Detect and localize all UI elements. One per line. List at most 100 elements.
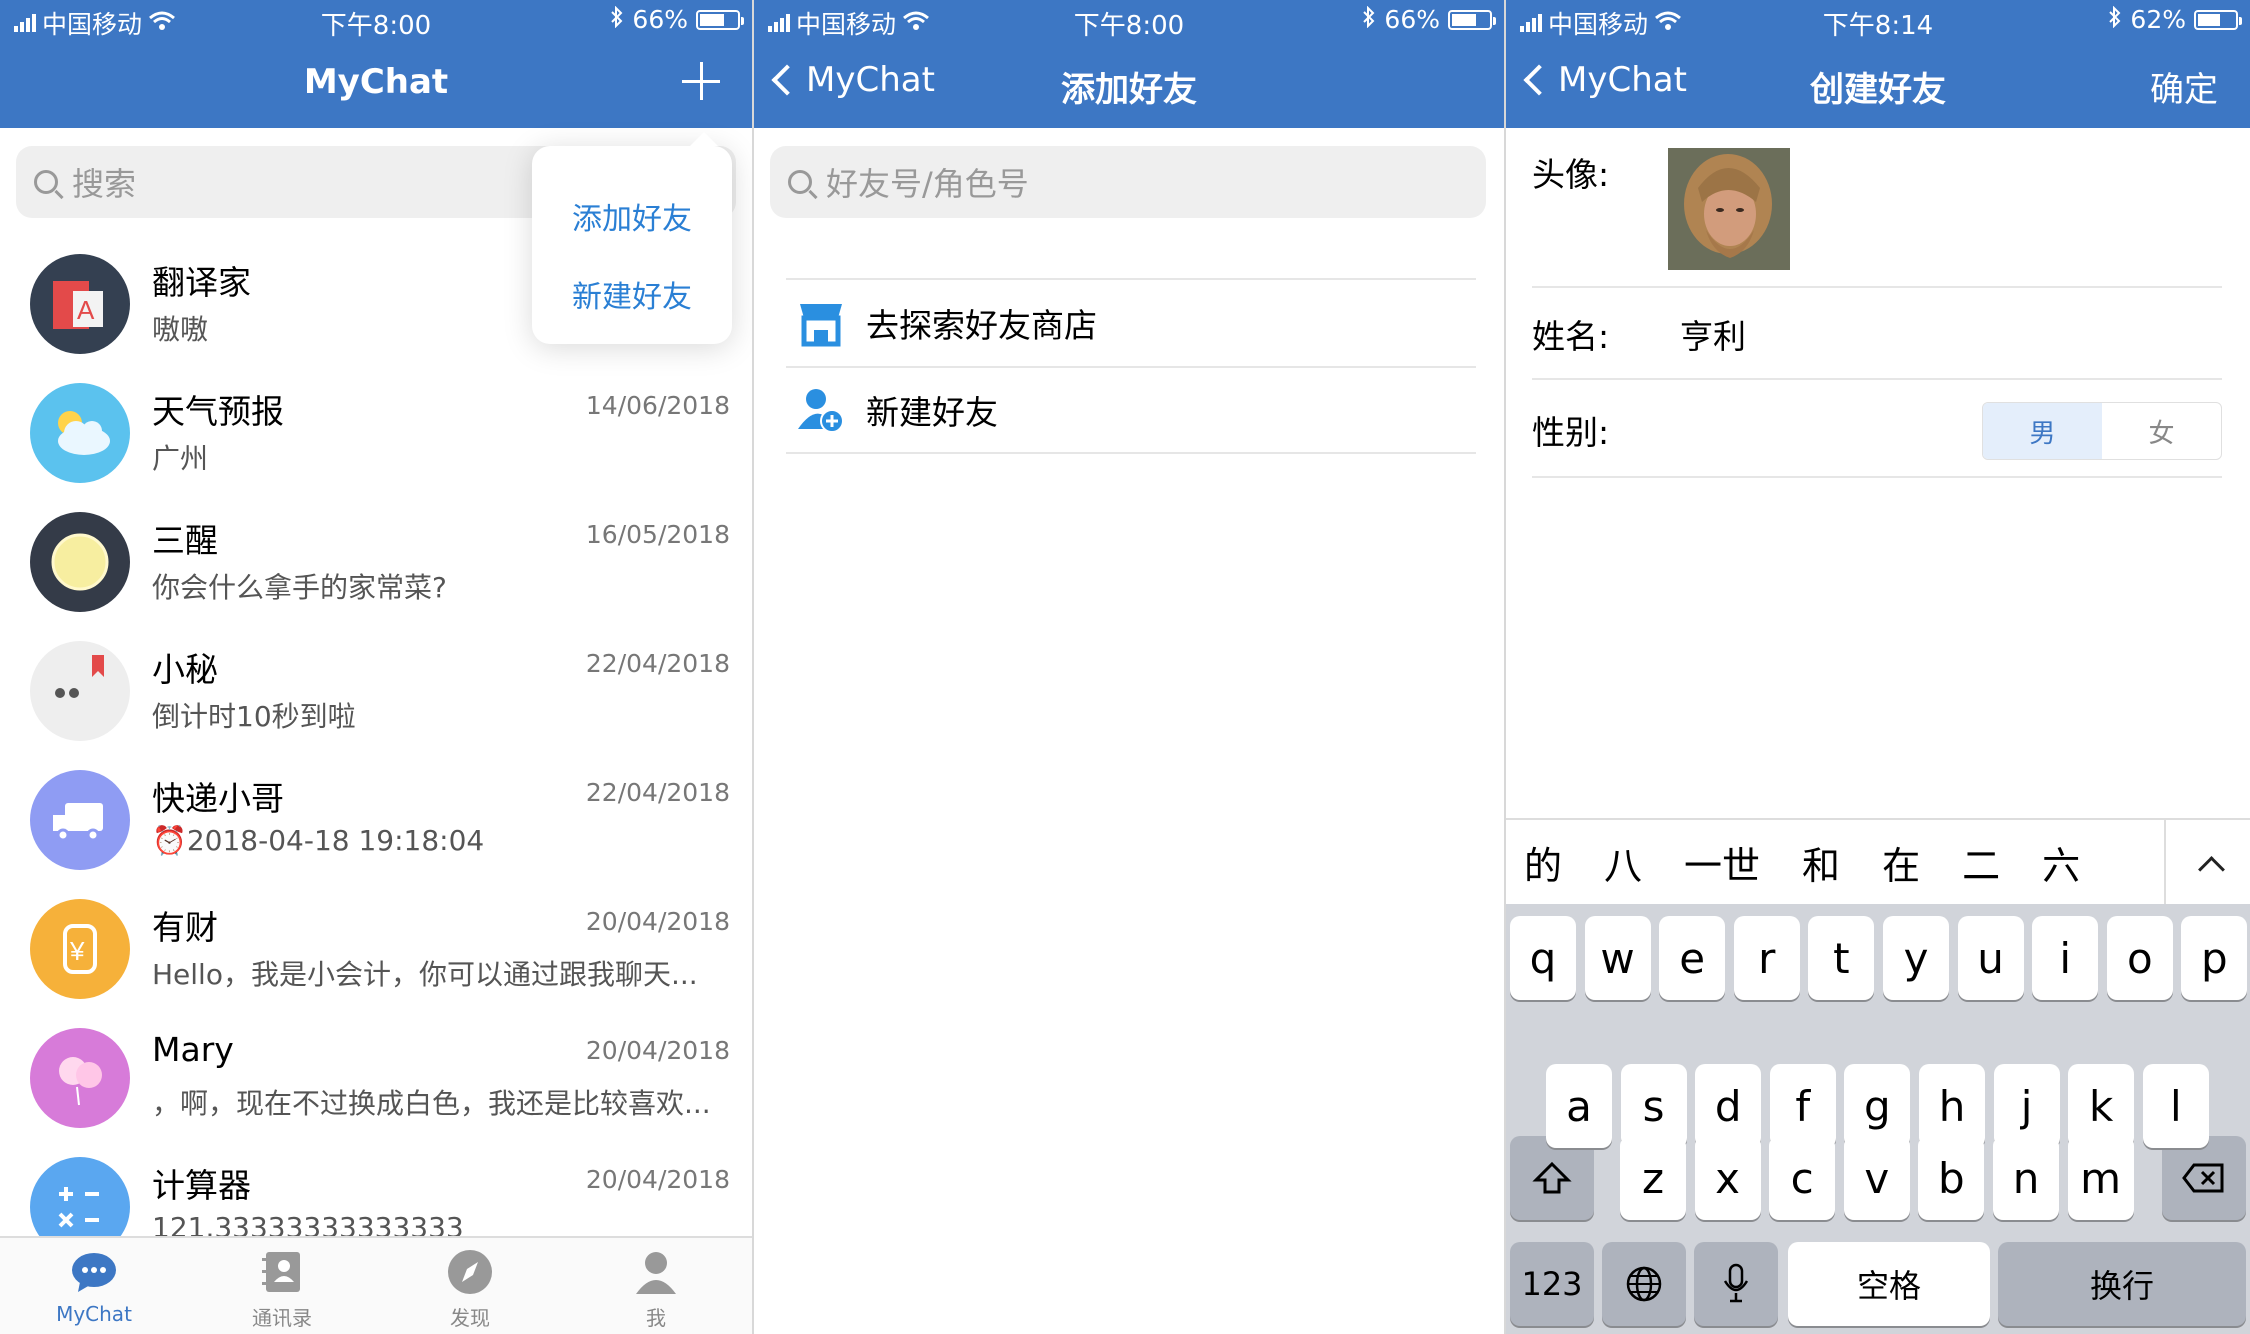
space-key[interactable]: 空格 [1788,1242,1990,1326]
chat-row-sanxing[interactable]: 三醒 16/05/2018 你会什么拿手的家常菜? [0,498,752,627]
key-x[interactable]: x [1694,1136,1761,1220]
key-e[interactable]: e [1659,916,1726,1000]
confirm-button[interactable]: 确定 [2150,62,2218,111]
list-item-label: 新建好友 [866,393,998,432]
truck-avatar-icon [30,770,130,870]
chevron-up-icon[interactable] [2164,820,2250,906]
nav-bar: 中国移动 下午8:00 66% MyChat 添加好友 [754,0,1504,128]
key-v[interactable]: v [1843,1136,1910,1220]
chat-name: 三醒 [152,521,218,560]
add-menu-popover: 添加好友 新建好友 [532,132,732,344]
moon-avatar-icon [30,512,130,612]
new-friend-item[interactable]: 新建好友 [786,366,1476,454]
shift-icon [1532,1161,1572,1194]
tab-contacts[interactable]: 通讯录 [222,1248,342,1331]
key-n[interactable]: n [1993,1136,2059,1220]
signal-icon [1520,14,1542,32]
microphone-key[interactable] [1694,1242,1778,1326]
battery-percent: 66% [632,5,688,34]
explore-store-item[interactable]: 去探索好友商店 [786,278,1476,366]
carrier-label: 中国移动 [1548,10,1649,39]
search-placeholder: 好友号/角色号 [826,165,1029,203]
add-button[interactable] [682,62,720,100]
chat-message: ，啊，现在不过换成白色，我还是比较喜欢... [152,1087,711,1120]
chat-date: 22/04/2018 [585,778,730,807]
key-z[interactable]: z [1620,1136,1686,1220]
numbers-key[interactable]: 123 [1510,1242,1594,1326]
chat-message: 倒计时10秒到啦 [152,700,356,733]
signal-icon [14,14,36,32]
key-a[interactable]: a [1546,1064,1612,1148]
add-user-icon [796,385,846,435]
friend-avatar-image[interactable] [1668,148,1790,270]
chat-row-secretary[interactable]: 小秘 22/04/2018 倒计时10秒到啦 [0,627,752,756]
key-b[interactable]: b [1918,1136,1985,1220]
bluetooth-icon [2108,5,2122,34]
key-q[interactable]: q [1510,916,1576,1000]
nav-bar: 中国移动 下午8:14 62% MyChat 创建好友 确定 [1506,0,2250,128]
key-r[interactable]: r [1733,916,1800,1000]
key-p[interactable]: p [2181,916,2248,1000]
candidate-word[interactable]: 的 [1506,835,1586,890]
key-w[interactable]: w [1584,916,1651,1000]
key-y[interactable]: y [1883,916,1949,1000]
candidate-word[interactable]: 六 [2024,835,2104,890]
tab-me[interactable]: 我 [596,1248,716,1331]
tab-discover[interactable]: 发现 [410,1248,530,1331]
status-time: 下午8:14 [1822,11,1934,41]
battery-percent: 66% [1384,5,1440,34]
key-m[interactable]: m [2067,1136,2134,1220]
key-i[interactable]: i [2032,916,2099,1000]
chat-message: 你会什么拿手的家常菜? [152,571,447,604]
chat-name: 快递小哥 [152,779,284,818]
candidate-word[interactable]: 二 [1944,835,2024,890]
page-title: 添加好友 [1061,70,1197,110]
contacts-icon [258,1248,306,1296]
bluetooth-icon [610,5,624,34]
chat-row-weather[interactable]: 天气预报 14/06/2018 广州 [0,369,752,498]
name-field[interactable]: 亨利 [1680,310,1746,358]
chat-row-accountant[interactable]: ¥ 有财 20/04/2018 Hello，我是小会计，你可以通过跟我聊天... [0,885,752,1014]
candidate-word[interactable]: 在 [1864,835,1944,890]
key-t[interactable]: t [1808,916,1875,1000]
tab-label: 发现 [450,1306,490,1330]
chat-date: 20/04/2018 [585,907,730,936]
menu-item-add-friend[interactable]: 添加好友 [572,194,692,238]
chat-date: 16/05/2018 [585,520,730,549]
avatar-row: 头像: [1532,128,2222,288]
return-key[interactable]: 换行 [1998,1242,2246,1326]
signal-icon [768,14,790,32]
chat-date: 20/04/2018 [585,1036,730,1065]
chat-row-mary[interactable]: Mary 20/04/2018 ，啊，现在不过换成白色，我还是比较喜欢... [0,1014,752,1143]
chat-name: Mary [152,1030,234,1069]
name-row: 姓名: 亨利 [1532,288,2222,380]
gender-option-female[interactable]: 女 [2102,403,2221,459]
key-c[interactable]: c [1769,1136,1836,1220]
chat-date: 20/04/2018 [585,1165,730,1194]
list-item-label: 去探索好友商店 [866,306,1097,345]
chat-row-courier[interactable]: 快递小哥 22/04/2018 ⏰2018-04-18 19:18:04 [0,756,752,885]
backspace-key[interactable] [2162,1136,2246,1220]
tab-mychat[interactable]: MyChat [34,1248,154,1326]
chat-bubble-icon [70,1248,118,1296]
friend-search-input[interactable]: 好友号/角色号 [770,146,1486,218]
candidate-word[interactable]: 八 [1586,835,1666,890]
gender-option-male[interactable]: 男 [1983,403,2102,459]
page-title: 创建好友 [1810,70,1946,110]
candidate-word[interactable]: 一世 [1666,835,1784,890]
menu-item-new-friend[interactable]: 新建好友 [572,272,692,316]
chevron-left-icon [1523,64,1555,96]
bluetooth-icon [1362,5,1376,34]
back-button[interactable]: MyChat [766,60,935,100]
shift-key[interactable] [1510,1136,1594,1220]
chat-list-screen: 中国移动 下午8:00 66% MyChat 搜索 A 翻译家 嗷嗷 天气预报 … [0,0,752,1334]
key-u[interactable]: u [1957,916,2024,1000]
key-o[interactable]: o [2106,916,2173,1000]
keyboard: 123 空格 换行 qwertyuiopasdfghjklzxcvbnm [1506,904,2250,1334]
chat-date: 14/06/2018 [585,391,730,420]
candidate-word[interactable]: 和 [1784,835,1864,890]
back-button[interactable]: MyChat [1518,60,1687,100]
wifi-icon [148,9,176,38]
key-l[interactable]: l [2142,1064,2209,1148]
globe-key[interactable] [1602,1242,1686,1326]
